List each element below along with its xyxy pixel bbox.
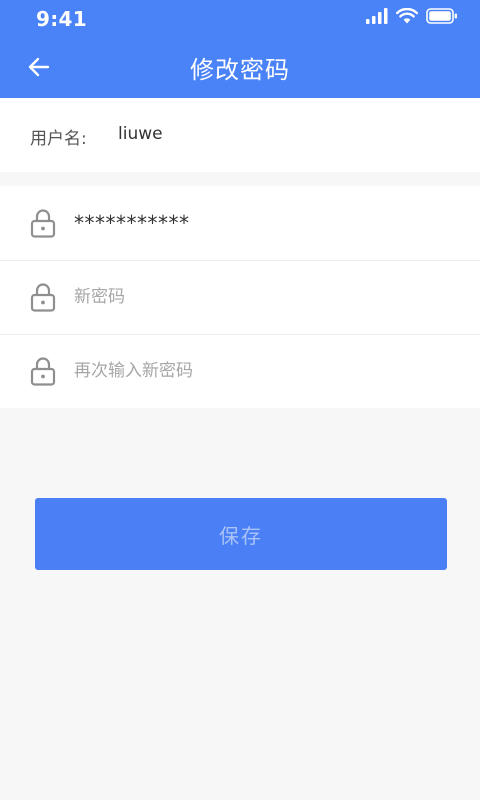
old-password-input[interactable] [74,204,454,242]
lock-icon [30,357,56,386]
password-form [0,186,480,408]
new-password-input[interactable] [74,278,454,316]
status-bar: 9:41 [0,0,480,34]
lock-icon [30,209,56,238]
status-icons [366,8,458,24]
save-button[interactable]: 保存 [35,498,447,570]
lock-icon [30,283,56,312]
page-title: 修改密码 [190,56,290,84]
cellular-signal-icon [366,8,388,24]
confirm-password-row [0,334,480,408]
username-label: 用户名: [30,129,87,149]
username-value: liuwe [118,124,163,144]
app-header: 9:41 修改密码 [0,0,480,98]
wifi-icon [396,8,418,24]
confirm-password-input[interactable] [74,352,454,390]
nav-bar: 修改密码 [0,34,480,98]
status-time: 9:41 [36,7,87,31]
old-password-row [0,186,480,260]
username-row: 用户名: liuwe [0,98,480,172]
battery-icon [426,8,457,24]
new-password-row [0,260,480,334]
